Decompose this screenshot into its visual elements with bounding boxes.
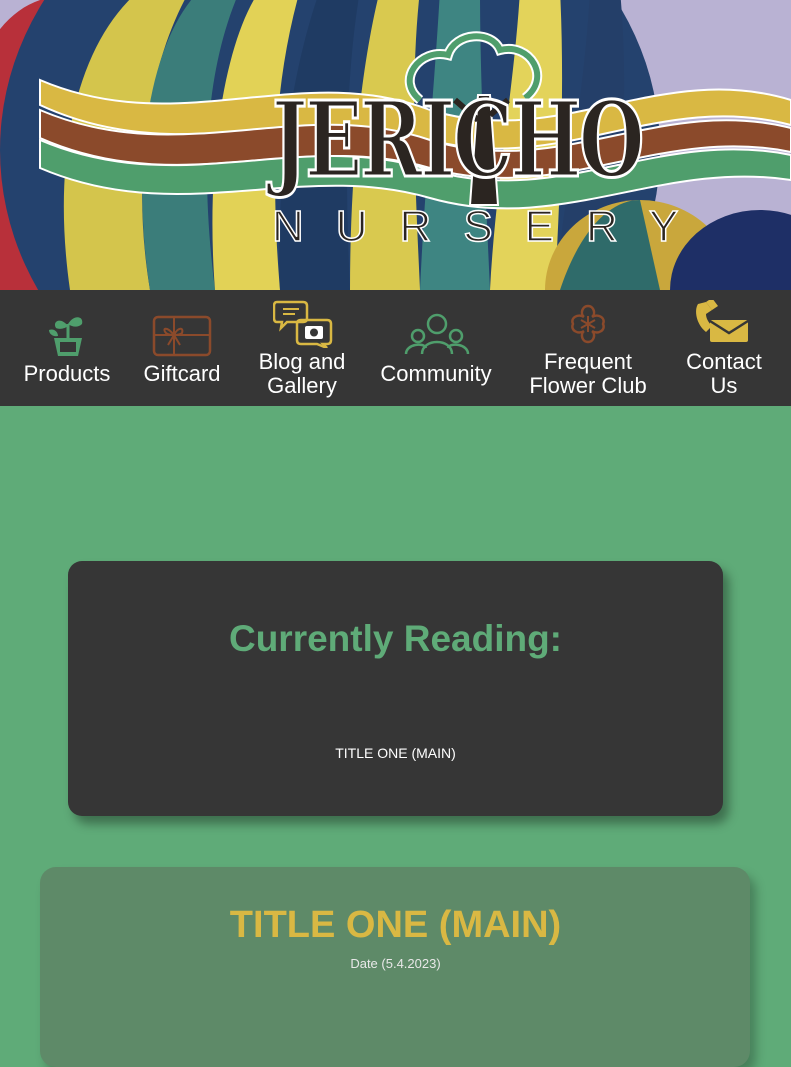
- post-title: TITLE ONE (MAIN): [229, 904, 562, 946]
- nav-label-contact-us: Contact Us: [686, 349, 762, 398]
- nav-item-blog-gallery[interactable]: Blog and Gallery: [245, 290, 359, 406]
- nav-label-community: Community: [380, 361, 492, 386]
- brand-name: JERICHO: [271, 78, 646, 201]
- post-date: Date (5.4.2023): [350, 956, 441, 971]
- people-group-icon: [404, 313, 470, 355]
- gift-card-icon: [152, 315, 212, 357]
- nav-label-products: Products: [23, 361, 111, 386]
- brand-subtitle: NURSERY: [271, 202, 711, 251]
- nav-item-products[interactable]: Products: [14, 290, 120, 406]
- nav-label-frequent-flower-club: Frequent Flower Club: [529, 349, 647, 398]
- nav-item-community[interactable]: Community: [368, 290, 504, 406]
- chat-camera-icon: [273, 300, 333, 348]
- nav-label-giftcard: Giftcard: [143, 361, 221, 386]
- plant-pot-icon: [49, 317, 83, 356]
- nav-item-giftcard[interactable]: Giftcard: [132, 290, 232, 406]
- nav-item-contact-us[interactable]: Contact Us: [672, 290, 776, 406]
- main-nav: Products Giftcard Blog and Gallery Commu…: [0, 290, 791, 406]
- currently-reading-link[interactable]: TITLE ONE (MAIN): [0, 745, 791, 761]
- header-banner: JERICHO NURSERY: [0, 0, 791, 290]
- flower-icon: [571, 304, 605, 344]
- currently-reading-card: [68, 561, 723, 816]
- currently-reading-heading: Currently Reading:: [228, 618, 563, 659]
- nav-item-frequent-flower-club[interactable]: Frequent Flower Club: [514, 290, 662, 406]
- brand-logo[interactable]: JERICHO NURSERY: [0, 0, 791, 290]
- phone-envelope-icon: [696, 300, 749, 342]
- nav-label-blog-gallery: Blog and Gallery: [258, 349, 346, 398]
